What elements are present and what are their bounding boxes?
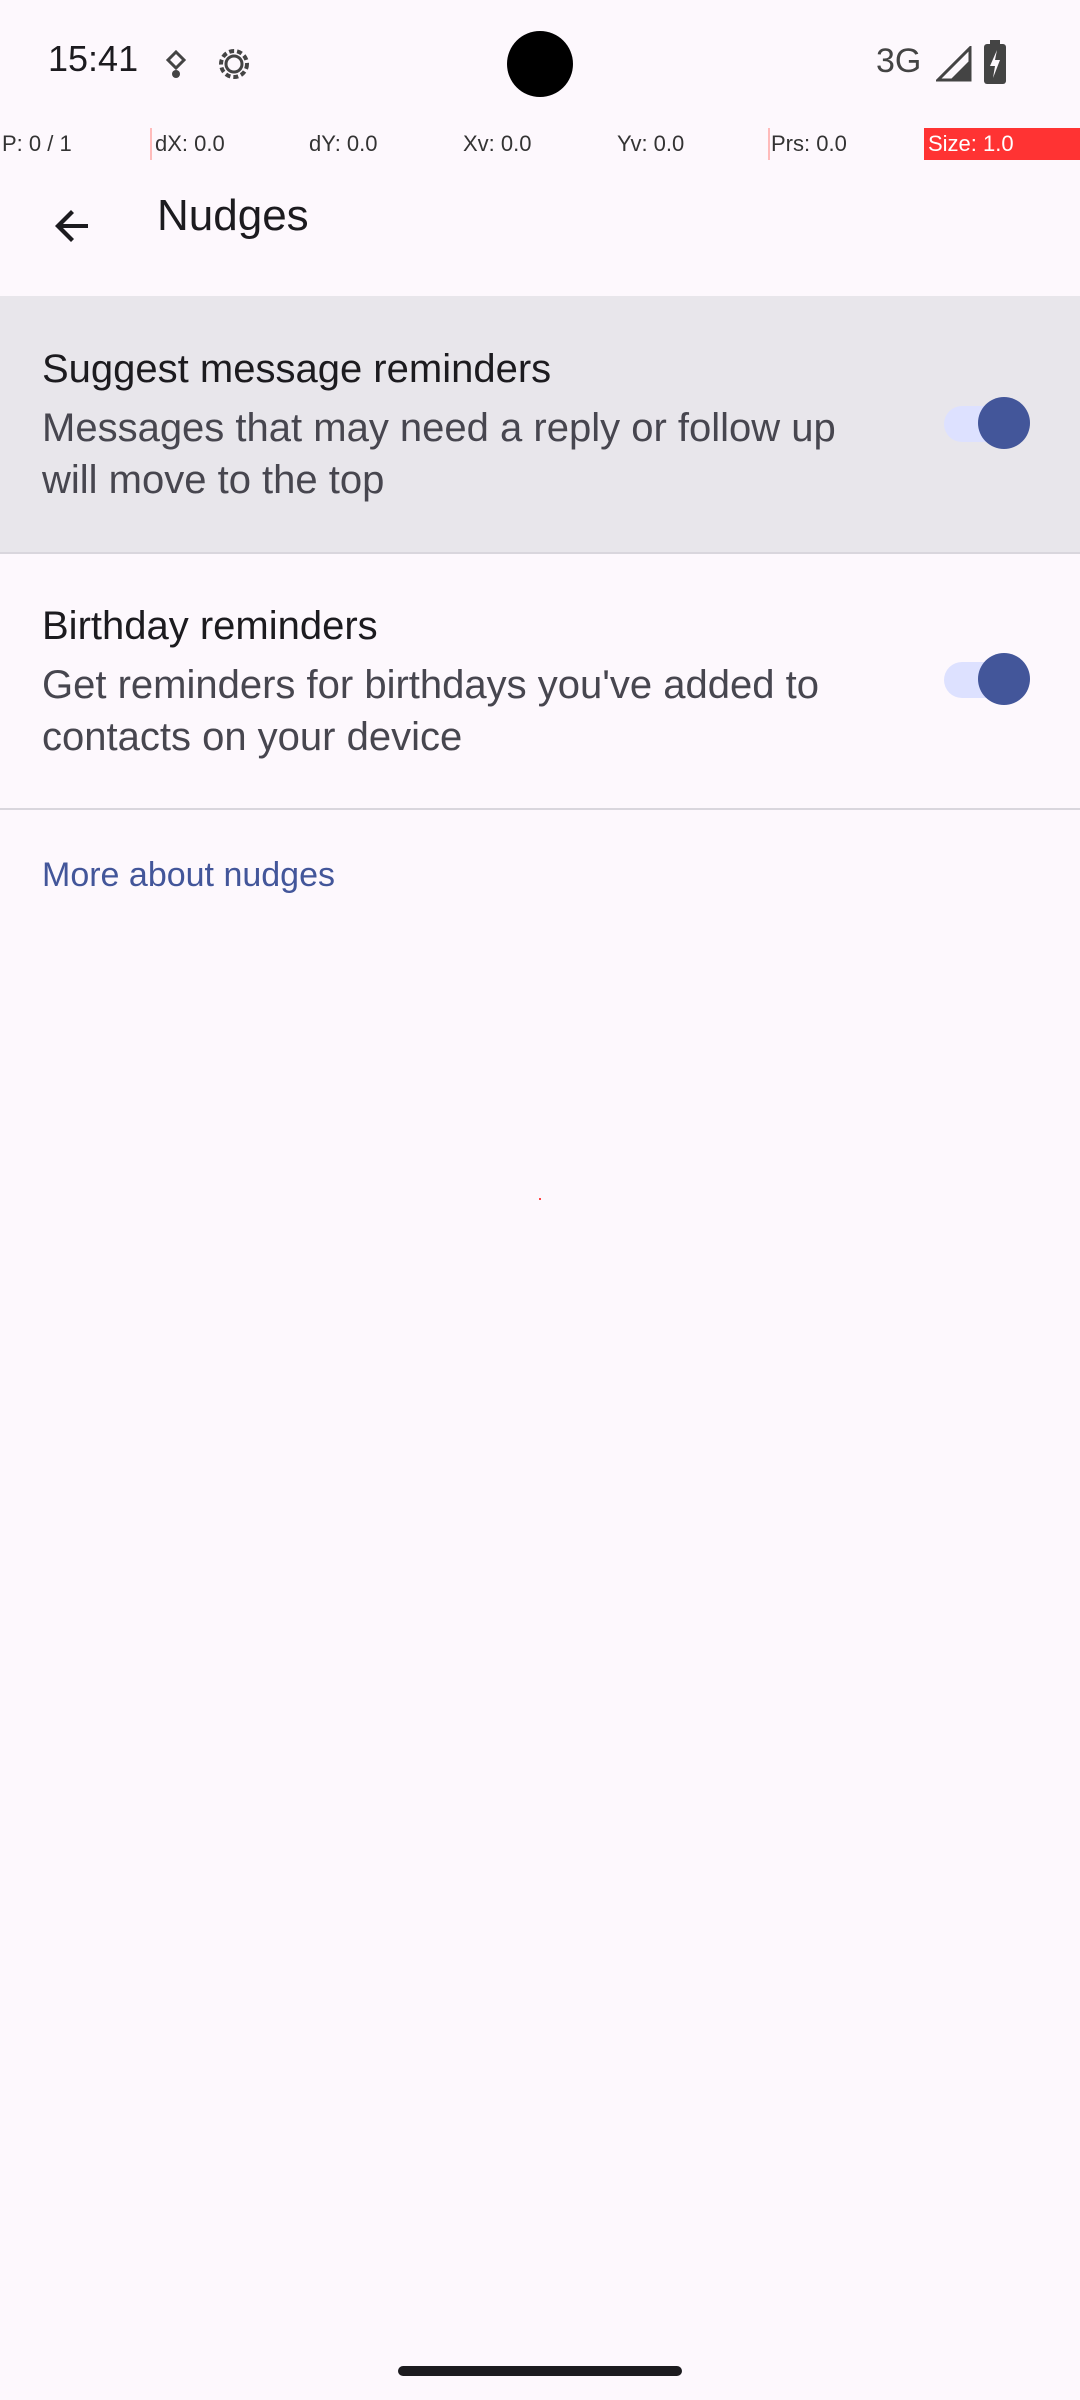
pref-title: Birthday reminders [42, 604, 378, 648]
arrow-back-icon [48, 202, 96, 255]
page-title: Nudges [157, 191, 309, 240]
back-button[interactable] [32, 188, 112, 268]
camera-cutout [507, 31, 573, 97]
status-bar: 15:41 3G [0, 0, 1080, 128]
pointer-debug-overlay: P: 0 / 1 dX: 0.0 dY: 0.0 Xv: 0.0 Yv: 0.0… [0, 128, 1080, 160]
divider [0, 808, 1080, 810]
birthday-reminders-switch[interactable] [944, 653, 1030, 705]
status-time: 15:41 [48, 38, 139, 79]
pref-title: Suggest message reminders [42, 347, 552, 391]
debug-size: Size: 1.0 [924, 128, 1080, 160]
pref-suggest-message-reminders[interactable]: Suggest message reminders Messages that … [0, 296, 1080, 552]
debug-size-label: Size: 1.0 [928, 131, 1014, 156]
notification-dot-icon [164, 49, 188, 85]
pref-birthday-reminders[interactable]: Birthday reminders Get reminders for bir… [0, 554, 1080, 808]
signal-icon [934, 44, 972, 87]
settings-gear-icon [214, 44, 254, 89]
debug-dy: dY: 0.0 [309, 131, 378, 156]
top-app-bar: Nudges [0, 160, 1080, 296]
debug-xv: Xv: 0.0 [463, 131, 532, 156]
more-about-nudges-link[interactable]: More about nudges [42, 853, 335, 897]
pref-summary: Messages that may need a reply or follow… [42, 406, 836, 502]
debug-prs: Prs: 0.0 [771, 131, 847, 156]
debug-touch-dot [539, 1198, 541, 1200]
switch-thumb [978, 397, 1030, 449]
network-type-label: 3G [876, 42, 922, 80]
debug-divider [150, 128, 152, 160]
pref-summary: Get reminders for birthdays you've added… [42, 663, 819, 759]
suggest-reminders-switch[interactable] [944, 397, 1030, 449]
battery-charging-icon [984, 40, 1006, 89]
gesture-nav-handle[interactable] [398, 2366, 682, 2376]
switch-thumb [978, 653, 1030, 705]
debug-dx: dX: 0.0 [155, 131, 225, 156]
debug-yv: Yv: 0.0 [617, 131, 685, 156]
debug-divider [768, 128, 770, 160]
debug-pointer: P: 0 / 1 [2, 131, 72, 156]
